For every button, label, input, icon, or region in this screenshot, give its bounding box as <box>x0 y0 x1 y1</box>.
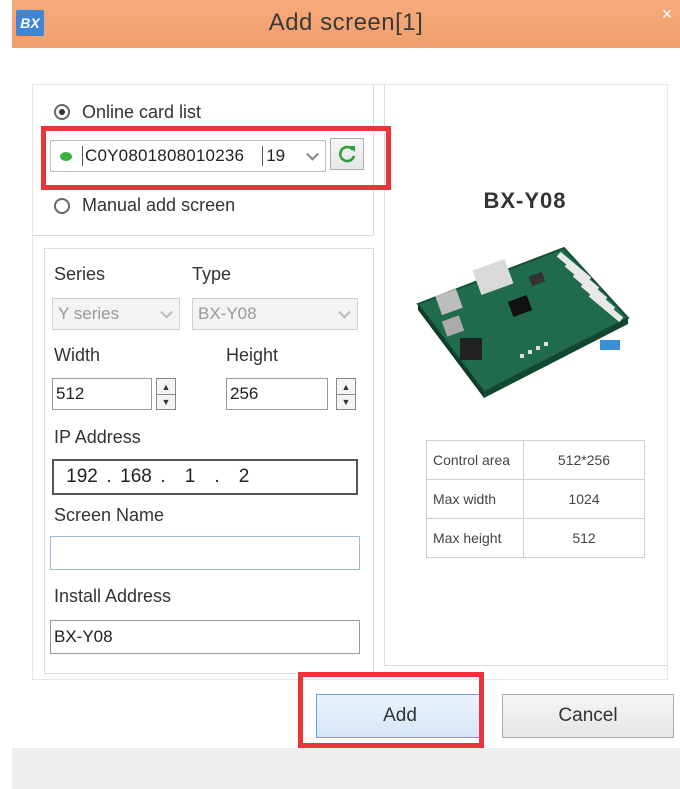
ip-octet-1: 192 <box>66 466 98 487</box>
type-label: Type <box>192 264 232 284</box>
ip-address-input[interactable]: 192 . 168 . 1 . 2 <box>52 459 358 495</box>
spec-value: 1024 <box>523 479 645 519</box>
decrement-icon[interactable]: ▼ <box>157 394 175 409</box>
table-row: Max width 1024 <box>426 479 645 519</box>
ip-octet-2: 168 <box>120 466 152 487</box>
type-value: BX-Y08 <box>198 304 257 323</box>
height-input[interactable]: 256 <box>226 378 328 410</box>
install-address-label: Install Address <box>54 586 172 606</box>
online-card-radio[interactable] <box>54 104 70 120</box>
table-row: Control area 512*256 <box>426 440 645 480</box>
height-stepper[interactable]: ▲ ▼ <box>336 378 356 410</box>
series-label: Series <box>54 264 106 284</box>
add-screen-dialog: BX Add screen[1] × Online card list C0Y0… <box>12 0 680 789</box>
spec-key: Max width <box>426 479 524 519</box>
decrement-icon[interactable]: ▼ <box>337 394 355 409</box>
screen-name-input[interactable] <box>50 536 360 570</box>
refresh-icon <box>339 145 356 163</box>
install-address-input[interactable]: BX-Y08 <box>50 620 360 654</box>
cancel-button[interactable]: Cancel <box>502 694 674 738</box>
manual-add-label[interactable]: Manual add screen <box>82 195 235 216</box>
status-bar <box>12 748 680 789</box>
spec-value: 512*256 <box>523 440 645 480</box>
ip-address-label: IP Address <box>54 427 141 447</box>
spec-key: Max height <box>426 518 524 558</box>
card-id-text: C0Y0801808010236 <box>82 146 244 166</box>
dialog-title: Add screen[1] <box>268 9 424 36</box>
width-stepper[interactable]: ▲ ▼ <box>156 378 176 410</box>
width-input[interactable]: 512 <box>52 378 152 410</box>
spec-table: Control area 512*256 Max width 1024 Max … <box>426 440 645 558</box>
close-icon[interactable]: × <box>658 4 676 24</box>
screen-name-label: Screen Name <box>54 505 165 525</box>
series-select[interactable]: Y series <box>52 298 180 330</box>
controller-board-image <box>416 246 630 398</box>
title-bar: BX Add screen[1] × <box>12 0 680 48</box>
ip-dot: . <box>160 466 166 487</box>
add-button[interactable]: Add <box>316 694 484 738</box>
chevron-down-icon <box>306 147 319 161</box>
dialog-body: Online card list C0Y0801808010236 19 Man… <box>12 48 680 728</box>
type-select[interactable]: BX-Y08 <box>192 298 358 330</box>
card-status-dot <box>60 151 72 161</box>
ip-octet-3: 1 <box>184 466 196 487</box>
model-name: BX-Y08 <box>483 188 567 213</box>
online-card-label[interactable]: Online card list <box>82 102 201 123</box>
table-row: Max height 512 <box>426 518 645 558</box>
ip-octet-4: 2 <box>238 466 250 487</box>
card-suffix-text: 19 <box>262 146 285 166</box>
spec-key: Control area <box>426 440 524 480</box>
height-label: Height <box>226 345 279 365</box>
chevron-down-icon <box>338 305 351 319</box>
ip-dot: . <box>106 466 112 487</box>
increment-icon[interactable]: ▲ <box>157 379 175 395</box>
chevron-down-icon <box>160 305 173 319</box>
manual-add-radio[interactable] <box>54 198 70 214</box>
card-select[interactable]: C0Y0801808010236 19 <box>50 140 326 172</box>
width-label: Width <box>54 345 101 365</box>
ip-dot: . <box>214 466 220 487</box>
series-value: Y series <box>58 304 120 323</box>
spec-value: 512 <box>523 518 645 558</box>
refresh-button[interactable] <box>330 138 364 170</box>
increment-icon[interactable]: ▲ <box>337 379 355 395</box>
